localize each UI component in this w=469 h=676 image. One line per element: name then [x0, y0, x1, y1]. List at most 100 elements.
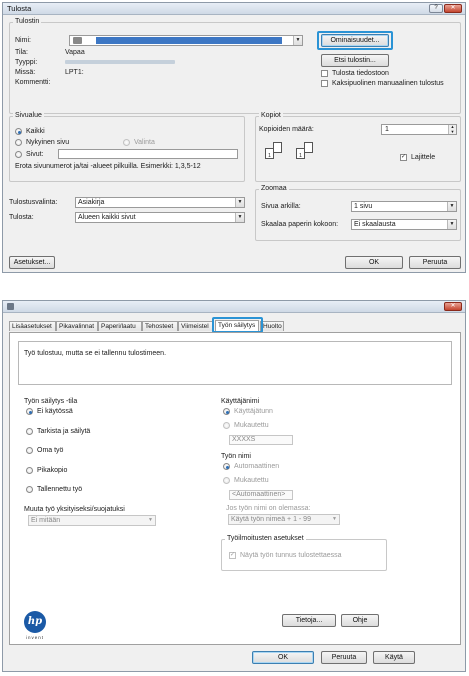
- manual-duplex-checkbox[interactable]: [321, 80, 328, 87]
- collate-page-icon: [304, 142, 313, 153]
- job-name-input[interactable]: <Automaattinen>: [229, 490, 293, 500]
- page-range-hint: Erota sivunumerot ja/tai -alueet pilkuil…: [15, 163, 201, 170]
- printer-properties-dialog: ✕ Lisäasetukset Pikavalinnat Paperi/laat…: [2, 300, 466, 672]
- tab-advanced[interactable]: Lisäasetukset: [9, 321, 56, 331]
- find-printer-button[interactable]: Etsi tulostin...: [321, 54, 389, 67]
- user-name-custom-radio[interactable]: [223, 422, 230, 429]
- collate-checkbox[interactable]: ✓: [400, 154, 407, 161]
- where-label: Missä:: [15, 69, 36, 76]
- print-to-file-checkbox[interactable]: [321, 70, 328, 77]
- user-name-value: XXXXS: [232, 436, 256, 443]
- chevron-down-icon[interactable]: ▼: [235, 198, 244, 207]
- print-what-select[interactable]: Asiakirja ▼: [75, 197, 245, 208]
- make-private-select[interactable]: Ei mitään ▼: [28, 515, 156, 526]
- selection-radio[interactable]: [123, 139, 130, 146]
- chevron-down-icon[interactable]: ▼: [447, 202, 456, 211]
- copies-count-label: Kopioiden määrä:: [259, 126, 314, 133]
- comment-label: Kommentti:: [15, 79, 51, 86]
- print-dialog: Tulosta ? ✕ Tulostin Nimi: ▼ Tila: Vapaa…: [2, 2, 466, 273]
- make-private-label: Muuta työ yksityiseksi/suojatuksi: [24, 506, 125, 513]
- copies-title: Kopiot: [259, 112, 283, 119]
- job-name-custom-radio[interactable]: [223, 477, 230, 484]
- job-name-auto-radio[interactable]: [223, 463, 230, 470]
- printer-name-value: [96, 37, 282, 44]
- manual-duplex-label: Kaksipuolinen manuaalinen tulostus: [332, 80, 444, 87]
- make-private-value: Ei mitään: [31, 517, 61, 524]
- job-name-title: Työn nimi: [221, 453, 251, 460]
- pages-per-sheet-value: 1 sivu: [354, 203, 373, 210]
- zoom-group: Zoomaa: [255, 185, 461, 241]
- job-exists-select[interactable]: Käytä työn nimeä + 1 - 99 ▼: [228, 514, 340, 525]
- help-button[interactable]: Ohje: [341, 614, 379, 627]
- chevron-down-icon[interactable]: ▼: [330, 515, 339, 524]
- all-pages-label: Kaikki: [26, 128, 45, 135]
- job-exists-value: Käytä työn nimeä + 1 - 99: [231, 516, 311, 523]
- ok-button[interactable]: OK: [252, 651, 314, 664]
- tab-finishing[interactable]: Viimeistel: [178, 321, 214, 331]
- printer-name-select[interactable]: ▼: [69, 35, 303, 46]
- zoom-title: Zoomaa: [259, 185, 289, 192]
- title-bar[interactable]: Tulosta ? ✕: [3, 3, 465, 15]
- mode-stored-job-label: Tallennettu työ: [37, 486, 83, 493]
- mode-disabled-radio[interactable]: [26, 408, 33, 415]
- copies-count-value: 1: [385, 126, 389, 133]
- options-button[interactable]: Asetukset...: [9, 256, 55, 269]
- ok-button[interactable]: OK: [345, 256, 403, 269]
- about-button[interactable]: Tietoja...: [282, 614, 336, 627]
- print-what-value: Asiakirja: [78, 199, 105, 206]
- help-button[interactable]: ?: [429, 4, 443, 13]
- mode-disabled-label: Ei käytössä: [37, 408, 73, 415]
- pages-label: Sivut:: [26, 151, 44, 158]
- pages-radio[interactable]: [15, 151, 22, 158]
- user-name-input[interactable]: XXXXS: [229, 435, 293, 445]
- title-bar[interactable]: ✕: [3, 301, 465, 313]
- mode-proof-hold-label: Tarkista ja säilytä: [37, 428, 91, 435]
- close-button[interactable]: ✕: [444, 302, 462, 311]
- status-value: Vapaa: [65, 49, 85, 56]
- copies-count-spinner[interactable]: 1 ▲ ▼: [381, 124, 457, 135]
- print-label: Tulosta:: [9, 214, 34, 221]
- close-button[interactable]: ✕: [444, 4, 462, 13]
- chevron-down-icon[interactable]: ▼: [146, 516, 155, 525]
- user-name-title: Käyttäjänimi: [221, 398, 260, 405]
- tab-effects[interactable]: Tehosteet: [142, 321, 178, 331]
- apply-button[interactable]: Käytä: [373, 651, 415, 664]
- spinner-arrows-icon[interactable]: ▲ ▼: [448, 124, 456, 134]
- print-to-file-label: Tulosta tiedostoon: [332, 70, 389, 77]
- properties-button[interactable]: Ominaisuudet...: [321, 34, 389, 47]
- chevron-down-icon[interactable]: ▼: [447, 220, 456, 229]
- tab-shortcuts[interactable]: Pikavalinnat: [56, 321, 98, 331]
- tab-services[interactable]: Huolto: [260, 321, 284, 331]
- all-pages-radio[interactable]: [15, 128, 22, 135]
- status-label: Tila:: [15, 49, 28, 56]
- current-page-radio[interactable]: [15, 139, 22, 146]
- printer-name-label: Nimi:: [15, 37, 31, 44]
- app-icon: [7, 303, 14, 310]
- print-select[interactable]: Alueen kaikki sivut ▼: [75, 212, 245, 223]
- scale-value: Ei skaalausta: [354, 221, 396, 228]
- job-name-value: <Automaattinen>: [232, 491, 286, 498]
- cancel-button[interactable]: Peruuta: [321, 651, 367, 664]
- chevron-down-icon[interactable]: ▼: [293, 36, 302, 45]
- hp-logo: hp: [24, 611, 46, 633]
- chevron-down-icon[interactable]: ▼: [235, 213, 244, 222]
- description-box: Työ tulostuu, mutta se ei tallennu tulos…: [18, 341, 452, 385]
- pages-per-sheet-select[interactable]: 1 sivu ▼: [351, 201, 457, 212]
- mode-stored-job-radio[interactable]: [26, 486, 33, 493]
- scale-select[interactable]: Ei skaalausta ▼: [351, 219, 457, 230]
- where-value: LPT1:: [65, 69, 84, 76]
- show-job-id-checkbox[interactable]: ✓: [229, 552, 236, 559]
- job-name-custom-label: Mukautettu: [234, 477, 269, 484]
- mode-proof-hold-radio[interactable]: [26, 428, 33, 435]
- window-title: Tulosta: [7, 4, 32, 13]
- storage-mode-title: Työn säilytys -tila: [24, 398, 78, 405]
- selection-label: Valinta: [134, 139, 155, 146]
- mode-quick-copy-radio[interactable]: [26, 467, 33, 474]
- tab-paper-quality[interactable]: Paperi/laatu: [98, 321, 142, 331]
- mode-personal-label: Oma työ: [37, 447, 64, 454]
- cancel-button[interactable]: Peruuta: [409, 256, 461, 269]
- mode-personal-radio[interactable]: [26, 447, 33, 454]
- printer-group-title: Tulostin: [13, 18, 42, 25]
- pages-input[interactable]: [58, 149, 238, 159]
- user-name-default-radio[interactable]: [223, 408, 230, 415]
